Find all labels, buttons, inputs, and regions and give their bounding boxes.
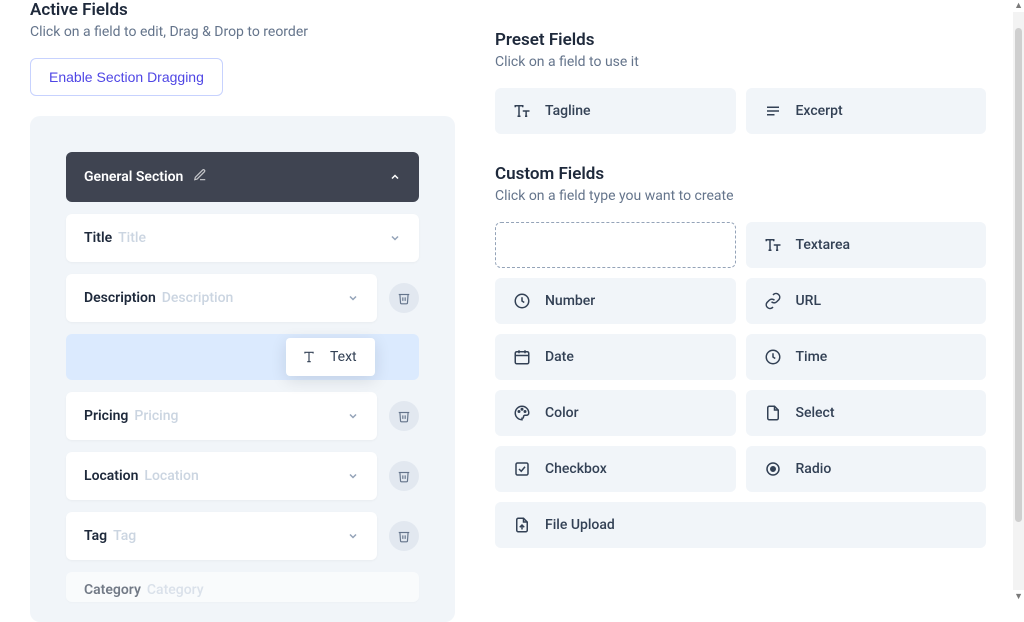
type-label: File Upload xyxy=(545,517,615,533)
field-placeholder: Description xyxy=(162,290,234,306)
field-name: Category xyxy=(84,582,141,598)
preset-tagline[interactable]: Tagline xyxy=(495,88,736,134)
field-name: Pricing xyxy=(84,408,128,424)
chevron-down-icon xyxy=(347,530,359,542)
custom-number[interactable]: Number xyxy=(495,278,736,324)
custom-fields-subtitle: Click on a field type you want to create xyxy=(495,188,986,204)
field-card-category[interactable]: Category Category xyxy=(66,572,419,602)
field-name: Location xyxy=(84,468,138,484)
text-icon xyxy=(300,348,318,366)
link-icon xyxy=(764,292,782,310)
type-label: Checkbox xyxy=(545,461,607,477)
palette-icon xyxy=(513,404,531,422)
custom-radio[interactable]: Radio xyxy=(746,446,987,492)
radio-icon xyxy=(764,460,782,478)
lines-icon xyxy=(764,102,782,120)
field-placeholder: Title xyxy=(118,230,146,246)
custom-file-upload[interactable]: File Upload xyxy=(495,502,986,548)
preset-excerpt[interactable]: Excerpt xyxy=(746,88,987,134)
field-card-title[interactable]: Title Title xyxy=(66,214,419,262)
dragging-text-field[interactable]: Text xyxy=(286,338,375,376)
type-label: Time xyxy=(796,349,828,365)
preset-fields-title: Preset Fields xyxy=(495,30,986,50)
custom-url[interactable]: URL xyxy=(746,278,987,324)
section-header-label: General Section xyxy=(84,169,183,185)
custom-select[interactable]: Select xyxy=(746,390,987,436)
type-label: Number xyxy=(545,293,595,309)
type-label: URL xyxy=(796,293,822,309)
checkbox-icon xyxy=(513,460,531,478)
field-placeholder: Category xyxy=(147,582,204,598)
edit-icon xyxy=(193,168,207,186)
custom-text-drop-origin[interactable] xyxy=(495,222,736,268)
file-icon xyxy=(764,404,782,422)
field-placeholder: Pricing xyxy=(134,408,178,424)
chevron-down-icon xyxy=(347,470,359,482)
delete-button[interactable] xyxy=(389,521,419,551)
delete-button[interactable] xyxy=(389,283,419,313)
type-label: Tagline xyxy=(545,103,591,119)
type-label: Color xyxy=(545,405,579,421)
chevron-down-icon xyxy=(389,232,401,244)
scroll-down-arrow[interactable]: ▼ xyxy=(1014,593,1023,602)
field-name: Title xyxy=(84,230,112,246)
chevron-up-icon xyxy=(389,171,401,183)
text-size-icon xyxy=(513,102,531,120)
type-label: Textarea xyxy=(796,237,851,253)
upload-icon xyxy=(513,516,531,534)
custom-color[interactable]: Color xyxy=(495,390,736,436)
active-fields-title: Active Fields xyxy=(30,0,455,20)
field-card-location[interactable]: Location Location xyxy=(66,452,377,500)
preset-fields-subtitle: Click on a field to use it xyxy=(495,54,986,70)
custom-textarea[interactable]: Textarea xyxy=(746,222,987,268)
enable-section-dragging-button[interactable]: Enable Section Dragging xyxy=(30,58,223,96)
scrollbar-thumb[interactable] xyxy=(1015,28,1022,522)
field-placeholder: Tag xyxy=(113,528,136,544)
active-fields-container: General Section Title Title xyxy=(30,116,455,622)
delete-button[interactable] xyxy=(389,401,419,431)
field-card-tag[interactable]: Tag Tag xyxy=(66,512,377,560)
type-label: Excerpt xyxy=(796,103,843,119)
chevron-down-icon xyxy=(347,410,359,422)
scroll-up-arrow[interactable]: ▲ xyxy=(1014,2,1023,11)
dragging-label: Text xyxy=(330,349,357,365)
field-card-pricing[interactable]: Pricing Pricing xyxy=(66,392,377,440)
type-label: Date xyxy=(545,349,574,365)
type-label: Select xyxy=(796,405,835,421)
delete-button[interactable] xyxy=(389,461,419,491)
custom-fields-title: Custom Fields xyxy=(495,164,986,184)
type-label: Radio xyxy=(796,461,832,477)
text-size-icon xyxy=(764,236,782,254)
field-name: Tag xyxy=(84,528,107,544)
field-name: Description xyxy=(84,290,156,306)
field-placeholder: Location xyxy=(144,468,198,484)
clock-icon xyxy=(764,348,782,366)
custom-date[interactable]: Date xyxy=(495,334,736,380)
custom-time[interactable]: Time xyxy=(746,334,987,380)
number-icon xyxy=(513,292,531,310)
calendar-icon xyxy=(513,348,531,366)
chevron-down-icon xyxy=(347,292,359,304)
section-header[interactable]: General Section xyxy=(66,152,419,202)
custom-checkbox[interactable]: Checkbox xyxy=(495,446,736,492)
field-card-description[interactable]: Description Description xyxy=(66,274,377,322)
active-fields-subtitle: Click on a field to edit, Drag & Drop to… xyxy=(30,24,455,40)
